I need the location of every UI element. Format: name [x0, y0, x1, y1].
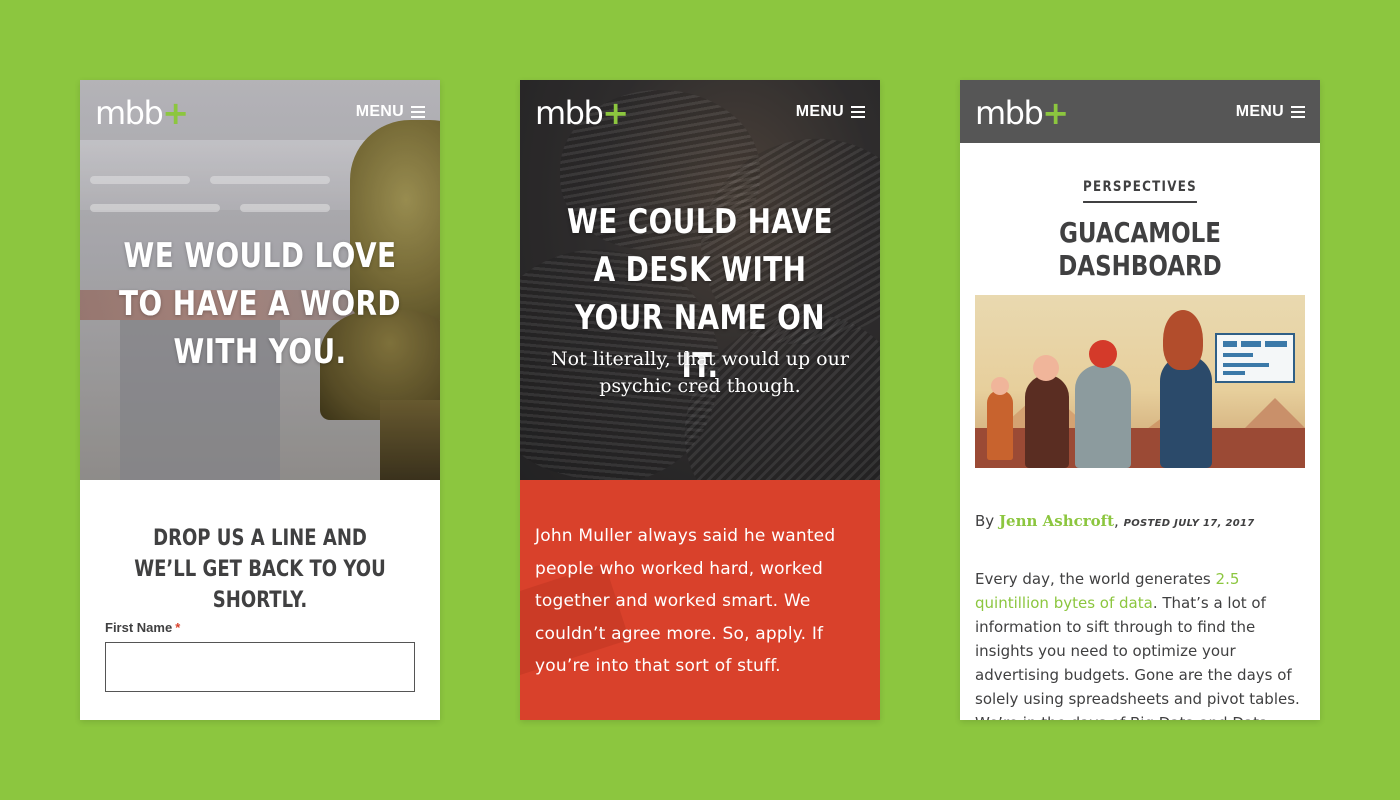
- menu-label: MENU: [355, 103, 404, 120]
- contact-screen: mbb+ MENU WE WOULD LOVE TO HAVE A WORD W…: [80, 80, 440, 720]
- article-category[interactable]: PERSPECTIVES: [960, 178, 1320, 203]
- required-marker: *: [175, 620, 181, 635]
- first-name-label: First Name *: [105, 620, 181, 635]
- hamburger-icon: [411, 106, 425, 118]
- menu-label: MENU: [795, 103, 844, 120]
- site-header: mbb+ MENU: [80, 80, 440, 143]
- menu-label: MENU: [1235, 103, 1284, 120]
- article-title: GUACAMOLE DASHBOARD: [1058, 216, 1222, 282]
- article-illustration: [975, 295, 1305, 468]
- hamburger-icon: [1291, 106, 1305, 118]
- site-header: mbb+ MENU: [520, 80, 880, 143]
- menu-button[interactable]: MENU: [356, 103, 425, 121]
- site-header: mbb+ MENU: [960, 80, 1320, 143]
- site-logo[interactable]: mbb+: [95, 97, 189, 129]
- post-date: POSTED JULY 17, 2017: [1123, 518, 1255, 529]
- menu-button[interactable]: MENU: [796, 103, 865, 121]
- site-logo[interactable]: mbb+: [535, 97, 629, 129]
- contact-hero-title: WE WOULD LOVE TO HAVE A WORD WITH YOU.: [119, 236, 401, 372]
- article-screen: mbb+ MENU PERSPECTIVES GUACAMOLE DASHBOA…: [960, 80, 1320, 720]
- careers-hero-subtitle: Not literally, that would up our psychic…: [551, 348, 849, 397]
- careers-screen: mbb+ MENU WE COULD HAVE A DESK WITH YOUR…: [520, 80, 880, 720]
- menu-button[interactable]: MENU: [1236, 103, 1305, 121]
- article-body: Every day, the world generates 2.5 quint…: [975, 570, 1300, 720]
- hamburger-icon: [851, 106, 865, 118]
- form-heading: DROP US A LINE AND WE’LL GET BACK TO YOU…: [134, 526, 386, 613]
- careers-intro-text: John Muller always said he wanted people…: [535, 526, 836, 676]
- careers-intro-block: John Muller always said he wanted people…: [520, 480, 880, 720]
- article-byline: By Jenn Ashcroft, POSTED JULY 17, 2017: [975, 512, 1255, 530]
- author-link[interactable]: Jenn Ashcroft: [999, 512, 1114, 530]
- first-name-input[interactable]: [105, 642, 415, 692]
- site-logo[interactable]: mbb+: [975, 97, 1069, 129]
